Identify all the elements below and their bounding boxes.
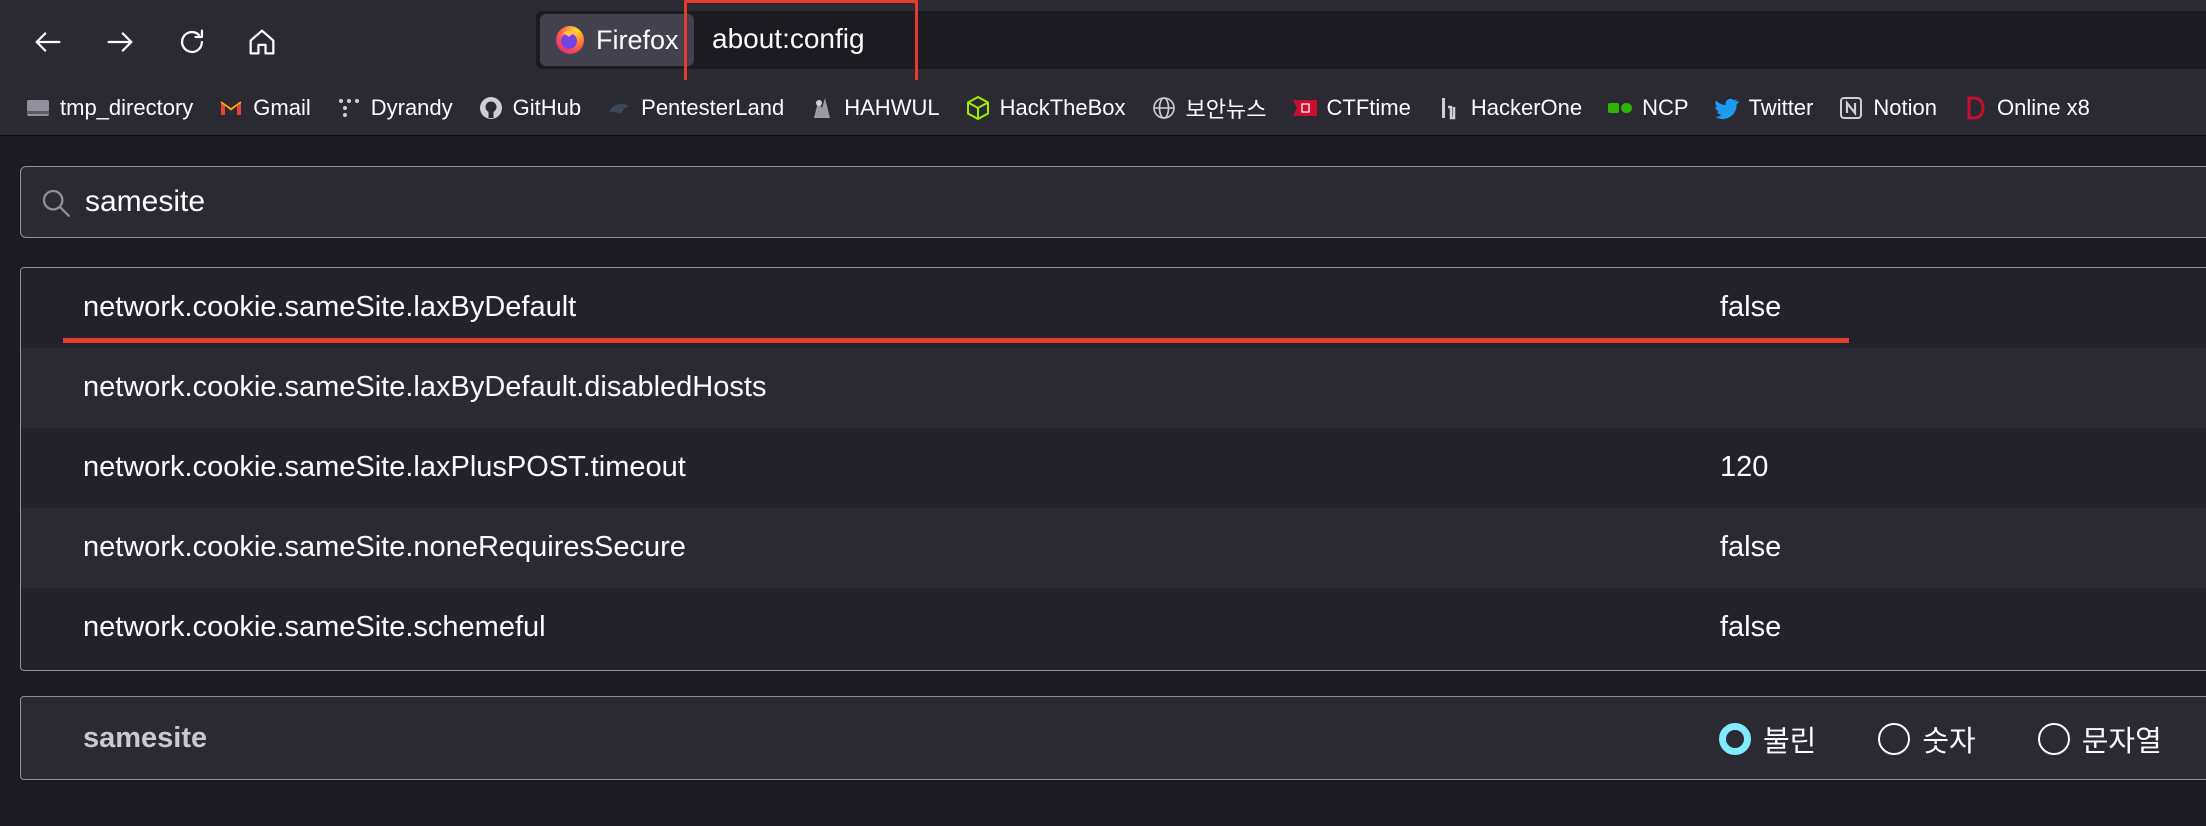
radio-checked-icon[interactable] bbox=[1719, 723, 1751, 755]
new-pref-name: samesite bbox=[83, 722, 208, 754]
back-button[interactable] bbox=[24, 18, 72, 66]
radio-label: 불린 bbox=[1763, 726, 1817, 758]
bookmark-boannews[interactable]: 보안뉴스 bbox=[1150, 88, 1267, 128]
identity-label: Firefox bbox=[596, 24, 679, 55]
url-text[interactable]: about:config bbox=[712, 23, 865, 55]
ncp-icon bbox=[1606, 94, 1634, 122]
globe-icon bbox=[1150, 94, 1178, 122]
pref-value[interactable]: 120 bbox=[1720, 451, 1768, 484]
notion-icon bbox=[1837, 94, 1865, 122]
identity-box[interactable]: Firefox bbox=[540, 14, 694, 66]
bookmark-label: HAHWUL bbox=[844, 94, 940, 120]
bookmark-notion[interactable]: Notion bbox=[1837, 88, 1937, 128]
pref-value[interactable]: false bbox=[1720, 531, 1781, 564]
bookmark-pentesterland[interactable]: PentesterLand bbox=[605, 88, 784, 128]
search-input[interactable] bbox=[85, 185, 1685, 219]
bookmark-label: Twitter bbox=[1748, 94, 1814, 120]
pref-name: network.cookie.sameSite.noneRequiresSecu… bbox=[83, 531, 686, 563]
bookmark-label: Gmail bbox=[253, 94, 311, 120]
bookmark-label: NCP bbox=[1642, 94, 1689, 120]
table-row[interactable]: network.cookie.sameSite.laxByDefault fal… bbox=[21, 268, 2206, 348]
bookmark-ctftime[interactable]: CTFtime bbox=[1291, 88, 1411, 128]
pref-type-radio-group: 불린 숫자 문자열 bbox=[1719, 717, 2206, 761]
radio-unchecked-icon[interactable] bbox=[2037, 723, 2070, 755]
bookmark-gmail[interactable]: Gmail bbox=[217, 88, 311, 128]
back-icon bbox=[35, 32, 61, 52]
bookmark-hackthebox[interactable]: HackTheBox bbox=[964, 88, 1126, 128]
bookmark-hackerone[interactable]: HackerOne bbox=[1435, 88, 1582, 128]
pentesterland-icon bbox=[605, 94, 633, 122]
bookmark-label: Online x8 bbox=[1996, 94, 2090, 120]
forward-button[interactable] bbox=[96, 18, 144, 66]
folder-icon bbox=[24, 94, 52, 122]
bookmark-label: GitHub bbox=[512, 94, 582, 120]
navigation-toolbar: Firefox about:config bbox=[0, 0, 2206, 86]
table-row[interactable]: network.cookie.sameSite.noneRequiresSecu… bbox=[21, 508, 2206, 588]
pref-search-box[interactable] bbox=[20, 166, 2206, 238]
home-button[interactable] bbox=[238, 18, 286, 66]
pref-table: network.cookie.sameSite.laxByDefault fal… bbox=[20, 267, 2206, 671]
hackthebox-icon bbox=[964, 94, 992, 122]
add-pref-row: samesite 불린 숫자 문자열 bbox=[20, 696, 2206, 780]
pref-name: network.cookie.sameSite.schemeful bbox=[83, 611, 546, 643]
bookmark-tmp-directory[interactable]: tmp_directory bbox=[24, 88, 193, 128]
reload-button[interactable] bbox=[168, 18, 216, 66]
gmail-icon bbox=[217, 94, 245, 122]
table-row[interactable]: network.cookie.sameSite.laxPlusPOST.time… bbox=[21, 428, 2206, 508]
bookmark-hahwul[interactable]: HAHWUL bbox=[808, 88, 940, 128]
radio-string[interactable]: 문자열 bbox=[2037, 718, 2162, 760]
radio-label: 숫자 bbox=[1922, 726, 1976, 758]
firefox-icon bbox=[556, 26, 584, 54]
pref-value[interactable]: false bbox=[1720, 611, 1781, 644]
bookmark-label: CTFtime bbox=[1326, 94, 1411, 120]
hahwul-icon bbox=[808, 94, 836, 122]
twitter-icon bbox=[1713, 94, 1741, 122]
github-icon bbox=[477, 94, 505, 122]
radio-boolean[interactable]: 불린 bbox=[1719, 718, 1816, 760]
bookmark-label: Notion bbox=[1873, 94, 1937, 120]
highlight-underline bbox=[63, 338, 1849, 343]
pref-name: network.cookie.sameSite.laxByDefault.dis… bbox=[83, 371, 767, 403]
dyrandy-icon bbox=[335, 94, 363, 122]
bookmark-label: 보안뉴스 bbox=[1185, 96, 1267, 122]
online-icon bbox=[1961, 94, 1989, 122]
radio-label: 문자열 bbox=[2081, 726, 2162, 758]
bookmark-label: Dyrandy bbox=[370, 94, 453, 120]
pref-name: network.cookie.sameSite.laxPlusPOST.time… bbox=[83, 451, 686, 483]
pref-name: network.cookie.sameSite.laxByDefault bbox=[83, 291, 577, 323]
table-row[interactable]: network.cookie.sameSite.schemeful false bbox=[21, 588, 2206, 668]
bookmarks-toolbar: tmp_directory Gmail Dyrandy GitHub Pente… bbox=[0, 80, 2206, 136]
bookmark-label: HackerOne bbox=[1470, 94, 1583, 120]
bookmark-label: tmp_directory bbox=[60, 94, 194, 120]
home-icon bbox=[249, 29, 275, 55]
bookmark-dyrandy[interactable]: Dyrandy bbox=[335, 88, 453, 128]
radio-number[interactable]: 숫자 bbox=[1878, 718, 1976, 760]
forward-icon bbox=[107, 32, 133, 52]
ctftime-icon bbox=[1291, 94, 1319, 122]
bookmark-label: PentesterLand bbox=[641, 94, 785, 120]
bookmark-label: HackTheBox bbox=[999, 94, 1126, 120]
bookmark-github[interactable]: GitHub bbox=[477, 88, 581, 128]
bookmark-online[interactable]: Online x8 bbox=[1961, 88, 2090, 128]
bookmark-ncp[interactable]: NCP bbox=[1606, 88, 1689, 128]
hackerone-icon bbox=[1435, 94, 1463, 122]
bookmark-twitter[interactable]: Twitter bbox=[1713, 88, 1814, 128]
table-row[interactable]: network.cookie.sameSite.laxByDefault.dis… bbox=[21, 348, 2206, 428]
radio-unchecked-icon[interactable] bbox=[1878, 723, 1911, 755]
search-icon bbox=[42, 189, 70, 217]
reload-icon bbox=[180, 29, 204, 54]
pref-value[interactable]: false bbox=[1720, 291, 1781, 324]
